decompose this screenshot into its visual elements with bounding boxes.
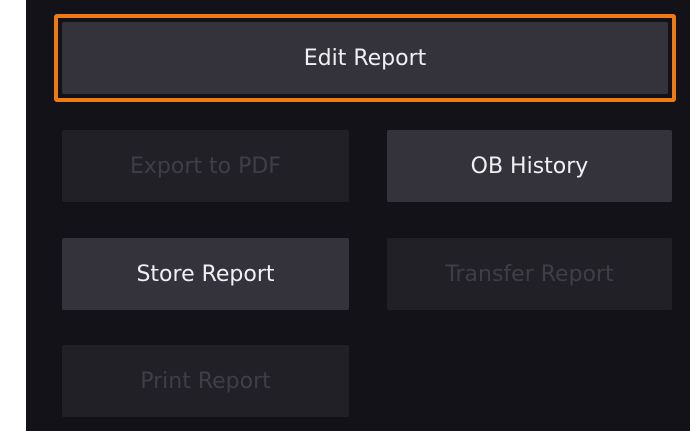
- edit-report-button[interactable]: Edit Report: [62, 22, 668, 94]
- ob-history-button[interactable]: OB History: [387, 130, 672, 202]
- store-report-button[interactable]: Store Report: [62, 238, 349, 310]
- edit-report-focus-outline: Edit Report: [54, 14, 676, 102]
- edit-report-label: Edit Report: [303, 45, 427, 71]
- transfer-report-label: Transfer Report: [445, 261, 614, 287]
- export-to-pdf-button[interactable]: Export to PDF: [62, 130, 349, 202]
- export-to-pdf-label: Export to PDF: [130, 153, 281, 179]
- print-report-button[interactable]: Print Report: [62, 345, 349, 417]
- store-report-label: Store Report: [136, 261, 275, 287]
- transfer-report-button[interactable]: Transfer Report: [387, 238, 672, 310]
- ob-history-label: OB History: [470, 153, 589, 179]
- print-report-label: Print Report: [140, 368, 271, 394]
